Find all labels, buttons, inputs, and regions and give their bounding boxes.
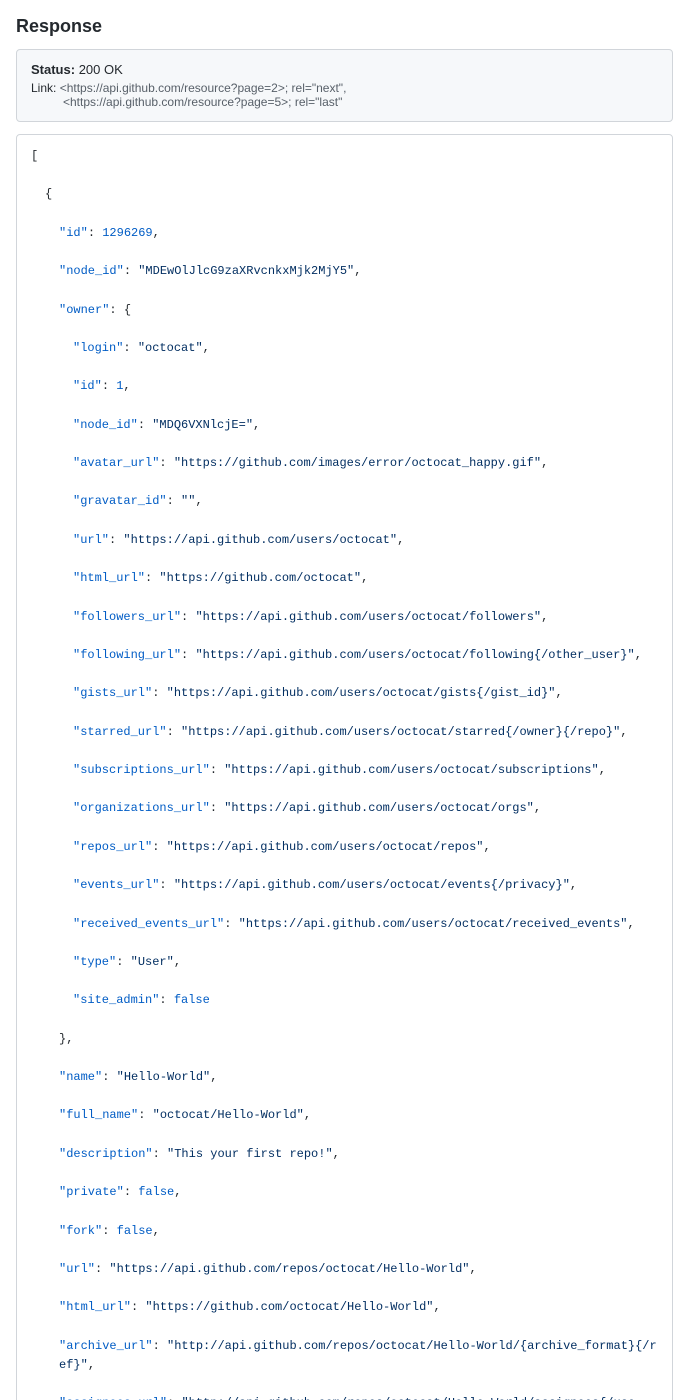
json-key-login: "login" [73, 341, 123, 355]
json-key-organizations-url: "organizations_url" [73, 801, 210, 815]
json-key-html-url: "html_url" [73, 571, 145, 585]
json-key-subscriptions-url: "subscriptions_url" [73, 763, 210, 777]
json-val-events-url: "https://api.github.com/users/octocat/ev… [174, 878, 570, 892]
json-val-received-events-url: "https://api.github.com/users/octocat/re… [239, 917, 628, 931]
json-val-subscriptions-url: "https://api.github.com/users/octocat/su… [224, 763, 598, 777]
json-key-repos-url: "repos_url" [73, 840, 152, 854]
json-key-owner: "owner" [59, 303, 109, 317]
json-key-site-admin: "site_admin" [73, 993, 159, 1007]
json-val-url: "https://api.github.com/users/octocat" [123, 533, 397, 547]
link-line: Link: <https://api.github.com/resource?p… [31, 81, 658, 109]
json-val-site-admin: false [174, 993, 210, 1007]
json-val-node-id: "MDEwOlJlcG9zaXRvcnkxMjk2MjY5" [138, 264, 354, 278]
json-val-organizations-url: "https://api.github.com/users/octocat/or… [224, 801, 534, 815]
status-label: Status: [31, 62, 75, 77]
json-key-owner-node-id: "node_id" [73, 418, 138, 432]
response-meta-box: Status: 200 OK Link: <https://api.github… [16, 49, 673, 122]
json-val-followers-url: "https://api.github.com/users/octocat/fo… [195, 610, 541, 624]
json-key-received-events-url: "received_events_url" [73, 917, 224, 931]
json-val-id: 1296269 [102, 226, 152, 240]
json-val-name: "Hello-World" [117, 1070, 211, 1084]
json-val-login: "octocat" [138, 341, 203, 355]
json-key-following-url: "following_url" [73, 648, 181, 662]
json-val-html-url2: "https://github.com/octocat/Hello-World" [145, 1300, 433, 1314]
page-container: Response Status: 200 OK Link: <https://a… [0, 0, 689, 1400]
json-key-type: "type" [73, 955, 116, 969]
json-key-url2: "url" [59, 1262, 95, 1276]
link-label: Link: [31, 81, 56, 95]
json-val-private: false [138, 1185, 174, 1199]
json-key-assignees-url: "assignees_url" [59, 1396, 167, 1400]
json-val-description: "This your first repo!" [167, 1147, 333, 1161]
json-key-gravatar-id: "gravatar_id" [73, 494, 167, 508]
json-val-starred-url: "https://api.github.com/users/octocat/st… [181, 725, 620, 739]
json-key-url: "url" [73, 533, 109, 547]
json-val-full-name: "octocat/Hello-World" [153, 1108, 304, 1122]
json-val-following-url: "https://api.github.com/users/octocat/fo… [195, 648, 634, 662]
json-key-followers-url: "followers_url" [73, 610, 181, 624]
json-key-gists-url: "gists_url" [73, 686, 152, 700]
json-key-fork: "fork" [59, 1224, 102, 1238]
json-key-html-url2: "html_url" [59, 1300, 131, 1314]
json-key-avatar-url: "avatar_url" [73, 456, 159, 470]
json-response-box: [ { "id": 1296269, "node_id": "MDEwOlJlc… [16, 134, 673, 1400]
json-key-name: "name" [59, 1070, 102, 1084]
json-key-node-id: "node_id" [59, 264, 124, 278]
json-key-id: "id" [59, 226, 88, 240]
json-val-repos-url: "https://api.github.com/users/octocat/re… [167, 840, 484, 854]
status-value: 200 OK [79, 62, 123, 77]
json-key-description: "description" [59, 1147, 153, 1161]
json-val-gists-url: "https://api.github.com/users/octocat/gi… [167, 686, 556, 700]
page-title: Response [16, 16, 673, 37]
json-val-fork: false [117, 1224, 153, 1238]
json-val-type: "User" [131, 955, 174, 969]
json-val-gravatar-id: "" [181, 494, 195, 508]
json-val-owner-node-id: "MDQ6VXNlcjE=" [152, 418, 253, 432]
link-last-value: <https://api.github.com/resource?page=5>… [63, 95, 342, 109]
status-line: Status: 200 OK [31, 62, 658, 77]
json-key-archive-url: "archive_url" [59, 1339, 153, 1353]
json-val-html-url: "https://github.com/octocat" [159, 571, 361, 585]
json-val-url2: "https://api.github.com/repos/octocat/He… [109, 1262, 469, 1276]
json-key-full-name: "full_name" [59, 1108, 138, 1122]
json-key-starred-url: "starred_url" [73, 725, 167, 739]
json-key-events-url: "events_url" [73, 878, 159, 892]
link-next-value: <https://api.github.com/resource?page=2>… [60, 81, 347, 95]
json-val-avatar-url: "https://github.com/images/error/octocat… [174, 456, 541, 470]
json-key-private: "private" [59, 1185, 124, 1199]
json-key-owner-id: "id" [73, 379, 102, 393]
